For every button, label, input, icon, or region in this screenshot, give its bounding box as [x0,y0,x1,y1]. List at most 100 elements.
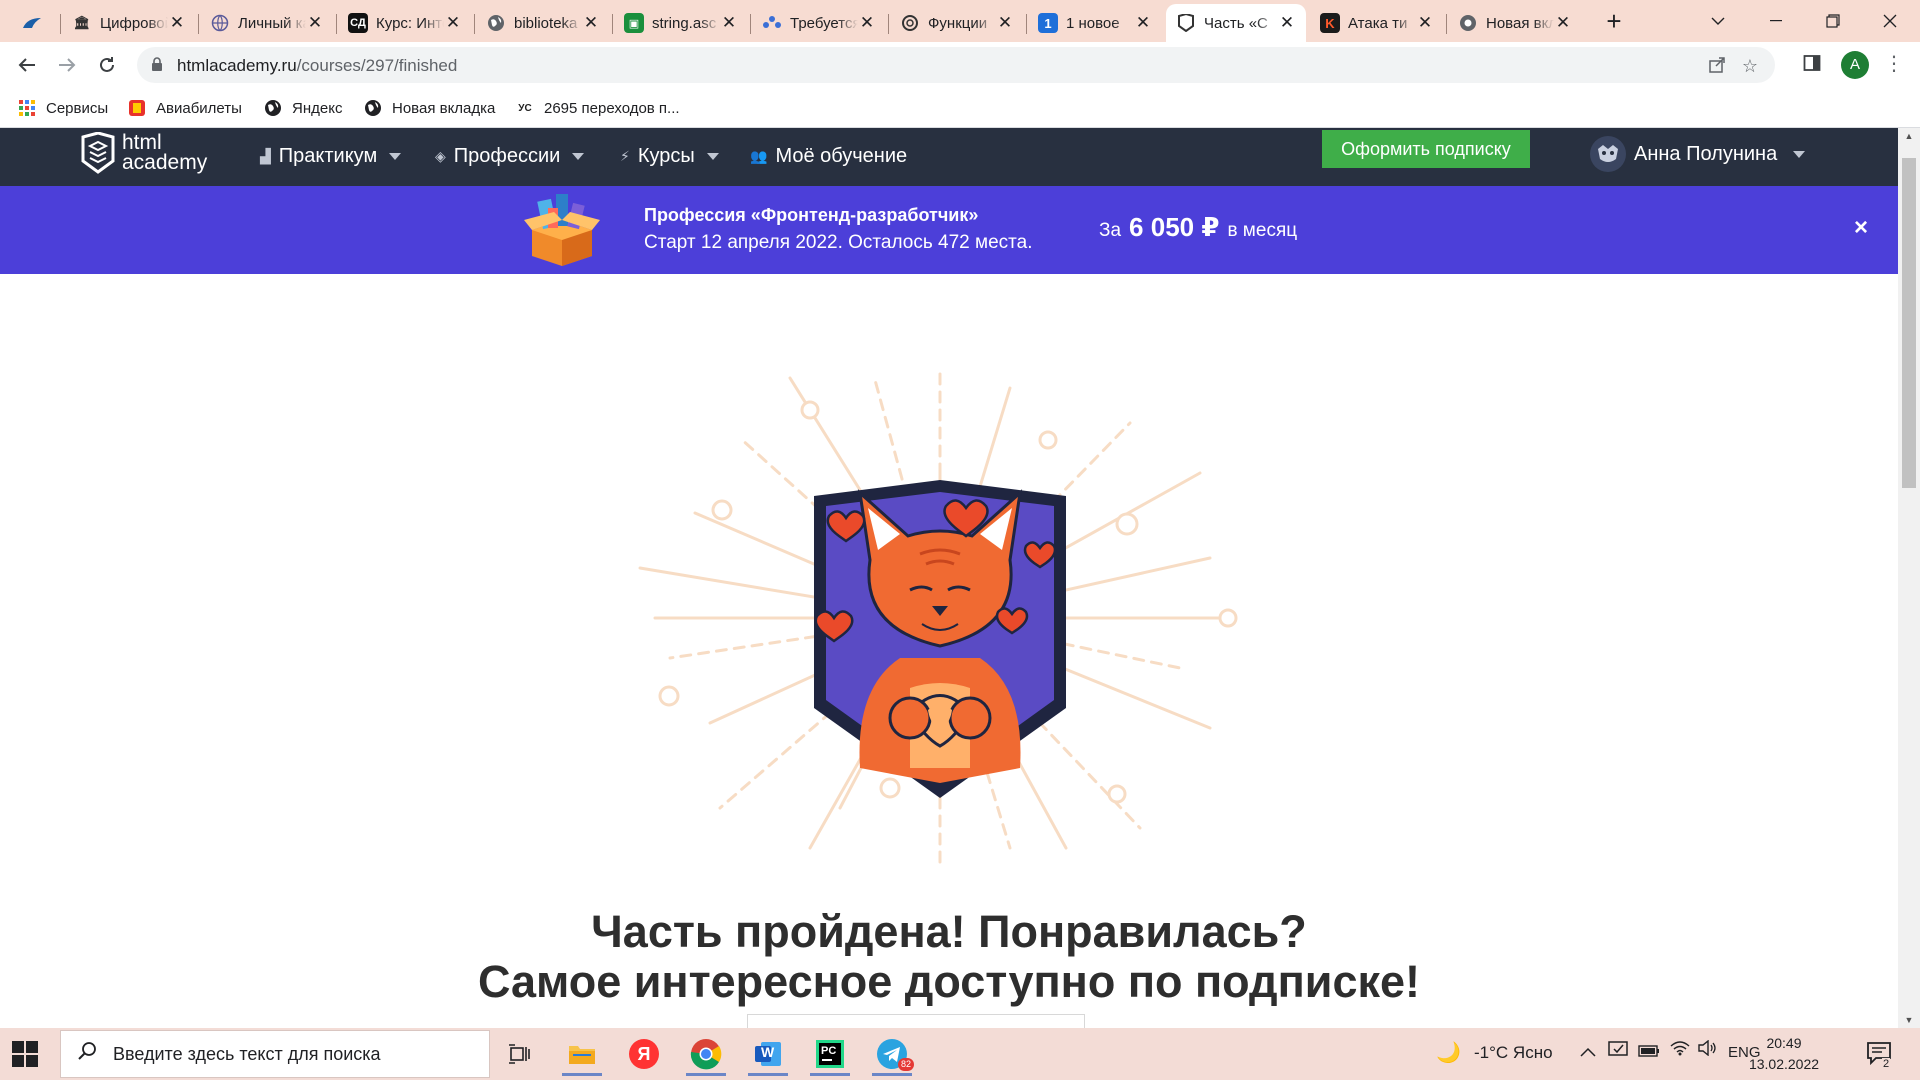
promo-price: За 6 050 ₽ в месяц [1099,212,1297,243]
close-tab-icon[interactable]: ✕ [1134,13,1152,33]
taskbar-pycharm[interactable]: PC [802,1032,858,1076]
side-panel-icon[interactable] [1802,54,1822,74]
close-tab-icon[interactable]: ✕ [1416,13,1434,33]
chevron-down-icon [1711,17,1725,25]
close-tab-icon[interactable]: ✕ [858,13,876,33]
scrollbar-thumb[interactable] [1902,158,1916,488]
taskbar-explorer[interactable] [554,1032,610,1076]
wifi-icon[interactable] [1670,1040,1690,1061]
price-value: 6 050 ₽ [1129,212,1220,242]
taskbar-telegram[interactable]: 82 [864,1032,920,1076]
completion-cat-illustration [638,366,1238,868]
bookmark-services[interactable]: Сервисы [18,96,108,120]
moon-weather-icon[interactable]: 🌙 [1436,1040,1461,1065]
tab-7[interactable]: 1 1 новое ✕ [1028,4,1162,42]
close-tab-icon[interactable]: ✕ [306,13,324,33]
promo-banner[interactable]: Профессия «Фронтенд-разработчик» Старт 1… [0,186,1898,274]
tab-2[interactable]: CД Курс: Интенсив ✕ [338,4,472,42]
bookmark-yandex[interactable]: Яндекс [264,96,342,120]
close-tab-icon[interactable]: ✕ [996,13,1014,33]
nav-courses[interactable]: ⚡ Курсы [620,145,719,168]
taskbar-search-box[interactable]: Введите здесь текст для поиска [60,1030,490,1078]
windows-start-icon[interactable] [12,1041,38,1067]
bookmark-counter[interactable]: УС 2695 переходов п... [516,96,679,120]
clock-date: 13.02.2022 [1748,1056,1820,1072]
close-window-button[interactable] [1862,0,1918,42]
badge-one-icon: 1 [1038,13,1058,33]
tab-8-active[interactable]: Часть «С ✕ [1166,4,1306,42]
restore-button[interactable] [1805,0,1861,42]
tab-4[interactable]: ▣ string.asc ✕ [614,4,748,42]
tab-1[interactable]: Личный кабинет ✕ [200,4,334,42]
close-tab-icon[interactable]: ✕ [168,13,186,33]
arrow-right-icon [59,58,76,72]
chrome-icon [690,1039,722,1070]
lightning-icon: ⚡ [620,148,630,164]
share-icon[interactable] [1707,56,1727,76]
bookmark-flights[interactable]: Авиабилеты [128,96,242,120]
weather-text[interactable]: -1°C Ясно [1474,1043,1553,1063]
new-tab-button[interactable]: + [1598,6,1630,38]
tab-title: 1 новое [1066,14,1120,32]
scroll-up-arrow-icon[interactable]: ▲ [1898,128,1920,144]
tab-title: Атака ти [1348,14,1408,32]
task-view-button[interactable] [492,1032,548,1076]
chevron-up-icon[interactable] [1580,1042,1596,1062]
tab-9[interactable]: K Атака ти ✕ [1310,4,1444,42]
bookmark-label: Сервисы [46,99,109,117]
tab-search-button[interactable] [1690,0,1746,42]
page-scrollbar[interactable]: ▲ ▼ [1898,128,1920,1028]
profile-avatar[interactable]: A [1841,51,1869,79]
tab-0[interactable]: 🏛 Цифровой ✕ [62,4,196,42]
more-options-icon[interactable]: ⋮ [1882,51,1906,79]
nav-label: Моё обучение [775,145,908,167]
bookmark-star-icon[interactable]: ☆ [1740,56,1760,76]
nav-my-learning[interactable]: 👥 Моё обучение [750,145,907,168]
caret-down-icon [389,153,402,160]
address-bar[interactable]: htmlacademy.ru/courses/297/finished ☆ [137,47,1775,83]
tab-6[interactable]: Функции ✕ [890,4,1024,42]
taskbar-yandex-browser[interactable]: Я [616,1032,672,1076]
subscribe-button[interactable]: Оформить подписку [1322,130,1530,168]
close-tab-icon[interactable]: ✕ [582,13,600,33]
tab-pinned[interactable] [12,4,60,42]
close-tab-icon[interactable]: ✕ [1278,13,1296,33]
windows-taskbar: Введите здесь текст для поиска Я W PC 82 [0,1028,1920,1080]
tab-3[interactable]: biblioteka ✕ [476,4,610,42]
promo-subtitle: Старт 12 апреля 2022. Осталось 472 места… [644,232,1033,253]
back-button[interactable] [12,50,42,80]
bookmark-new-tab[interactable]: Новая вкладка [364,96,495,120]
html-academy-logo-icon [81,132,115,174]
taskbar-word[interactable]: W [740,1032,796,1076]
nav-practicum[interactable]: ▟ Практикум [260,145,402,168]
globe-icon [210,13,230,33]
url-path: /courses/297/finished [296,56,458,75]
minimize-button[interactable] [1748,0,1804,42]
reload-button[interactable] [92,50,122,80]
battery-icon[interactable] [1638,1042,1660,1062]
close-tab-icon[interactable]: ✕ [1554,13,1572,33]
nav-label: Профессии [453,145,561,167]
completion-heading-line-1: Часть пройдена! Понравилась? [591,906,1307,957]
user-menu[interactable]: Анна Полунина [1590,136,1806,172]
bookmark-label: Яндекс [292,99,343,117]
completion-heading-line-2: Самое интересное доступно по подписке! [477,956,1421,1007]
search-icon [77,1041,97,1067]
scroll-down-arrow-icon[interactable]: ▼ [1898,1012,1920,1028]
close-banner-icon[interactable]: × [1848,215,1874,241]
tab-5[interactable]: Требуется ✕ [752,4,886,42]
speaker-icon[interactable] [1698,1039,1718,1061]
taskbar-chrome[interactable] [678,1032,734,1076]
search-placeholder: Введите здесь текст для поиска [113,1043,381,1064]
logo-line-2: academy [122,151,208,174]
close-tab-icon[interactable]: ✕ [444,13,462,33]
nav-professions[interactable]: ◈ Профессии [435,145,585,168]
tab-10[interactable]: Новая вкладка ✕ [1448,4,1582,42]
user-avatar [1590,136,1626,172]
taskbar-clock[interactable]: 20:49 13.02.2022 [1748,1033,1820,1075]
promo-title: Профессия «Фронтенд-разработчик» [644,205,979,225]
tray-app-icon[interactable] [1608,1040,1628,1063]
close-tab-icon[interactable]: ✕ [720,13,738,33]
forward-button[interactable] [52,50,82,80]
site-logo[interactable]: html academy [80,132,207,174]
